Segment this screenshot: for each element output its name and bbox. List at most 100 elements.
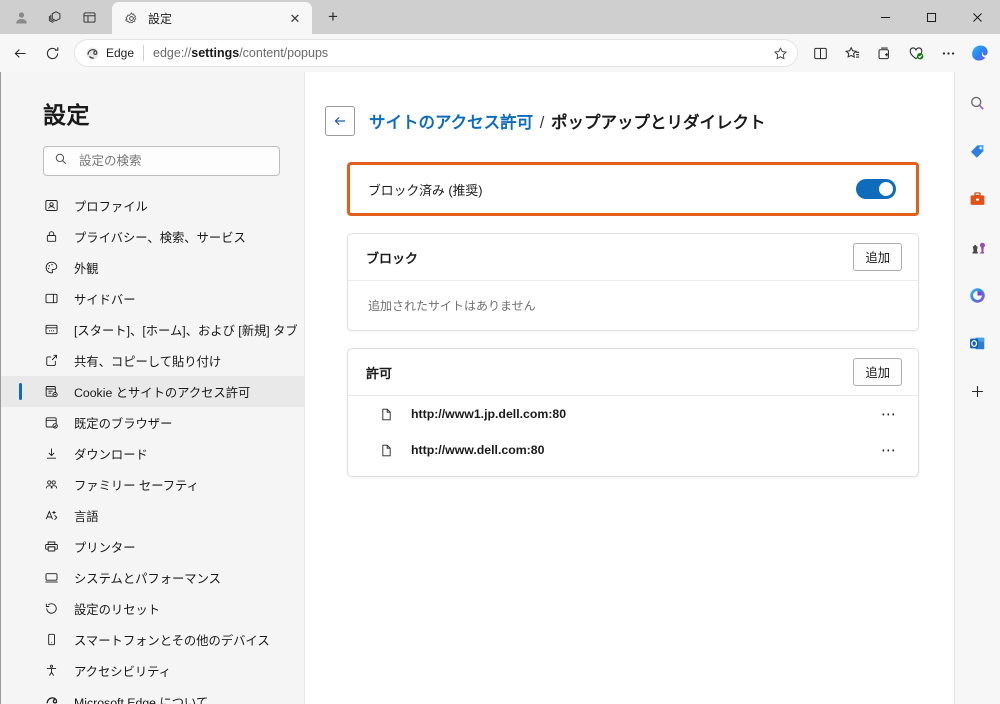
sidebar-item-accessibility[interactable]: アクセシビリティ (1, 655, 304, 686)
more-options-icon[interactable] (932, 38, 964, 68)
microsoft365-icon[interactable] (963, 280, 993, 310)
site-more-options-icon[interactable]: ⋯ (876, 437, 902, 463)
collections-icon[interactable] (868, 38, 900, 68)
blocked-recommended-row[interactable]: ブロック済み (推奨) (350, 165, 916, 213)
document-icon (378, 442, 394, 458)
allow-section-header: 許可 追加 (348, 349, 918, 396)
family-safety-icon (43, 476, 60, 493)
sidebar-item-family-safety[interactable]: ファミリー セーフティ (1, 469, 304, 500)
settings-cards: ブロック済み (推奨) ブロック 追加 追加されたサイトはありません 許可 追加… (305, 136, 919, 477)
window-controls (862, 0, 1000, 34)
close-button[interactable] (954, 0, 1000, 34)
sidebar-item-appearance[interactable]: 外観 (1, 252, 304, 283)
sidebar-item-start-home-newtab[interactable]: [スタート]、[ホーム]、および [新規] タブ (1, 314, 304, 345)
edge-logo-icon (43, 693, 60, 704)
edge-badge: Edge (85, 46, 134, 61)
sidebar-item-label: プリンター (74, 540, 136, 555)
allow-add-button[interactable]: 追加 (853, 358, 902, 386)
blocked-recommended-toggle[interactable] (856, 179, 896, 199)
browser-toolbar: Edge edge://settings/content/popups (0, 34, 1000, 72)
cookies-permissions-icon (43, 383, 60, 400)
block-add-button[interactable]: 追加 (853, 243, 902, 271)
refresh-button[interactable] (36, 38, 68, 68)
allow-section-card: 許可 追加 http://www1.jp.dell.com:80 ⋯ http:… (347, 348, 919, 477)
tools-briefcase-icon[interactable] (963, 184, 993, 214)
site-more-options-icon[interactable]: ⋯ (876, 401, 902, 427)
blocked-recommended-label: ブロック済み (推奨) (368, 182, 483, 198)
games-chess-icon[interactable] (963, 232, 993, 262)
sidebar-item-cookies-permissions[interactable]: Cookie とサイトのアクセス許可 (1, 376, 304, 407)
sidebar-item-label: ダウンロード (74, 447, 148, 462)
breadcrumb: サイトのアクセス許可 / ポップアップとリダイレクト (305, 106, 954, 136)
default-browser-icon (43, 414, 60, 431)
back-button-breadcrumb[interactable] (325, 106, 355, 136)
sidebar-item-reset-settings[interactable]: 設定のリセット (1, 593, 304, 624)
block-empty-message: 追加されたサイトはありません (368, 299, 536, 313)
block-section-header: ブロック 追加 (348, 234, 918, 281)
site-url: http://www1.jp.dell.com:80 (411, 407, 567, 421)
back-button[interactable] (4, 38, 36, 68)
search-settings-box[interactable] (43, 146, 280, 176)
reset-settings-icon (43, 600, 60, 617)
list-item[interactable]: http://www1.jp.dell.com:80 ⋯ (348, 396, 918, 432)
profile-icon (43, 197, 60, 214)
sidebar-item-printers[interactable]: プリンター (1, 531, 304, 562)
close-icon[interactable]: ✕ (284, 7, 306, 29)
browser-content: 設定 プロファイル (0, 72, 1000, 704)
sidebar-item-label: 言語 (74, 509, 99, 524)
printer-icon (43, 538, 60, 555)
copilot-icon[interactable] (964, 38, 996, 68)
allow-site-list: http://www1.jp.dell.com:80 ⋯ http://www.… (348, 396, 918, 476)
blocked-recommended-card: ブロック済み (推奨) (347, 162, 919, 216)
edge-sidebar (954, 72, 1000, 704)
split-screen-icon[interactable] (804, 38, 836, 68)
sidebar-item-label: アクセシビリティ (74, 664, 172, 679)
star-icon[interactable] (767, 40, 793, 66)
address-bar[interactable]: Edge edge://settings/content/popups (74, 39, 798, 67)
sidebar-item-languages[interactable]: 言語 (1, 500, 304, 531)
sidebar-item-privacy[interactable]: プライバシー、検索、サービス (1, 221, 304, 252)
sidebar-item-downloads[interactable]: ダウンロード (1, 438, 304, 469)
sidebar-item-default-browser[interactable]: 既定のブラウザー (1, 407, 304, 438)
edge-badge-label: Edge (106, 46, 135, 60)
download-icon (43, 445, 60, 462)
maximize-button[interactable] (908, 0, 954, 34)
sidebar-item-label: Cookie とサイトのアクセス許可 (74, 385, 251, 400)
omnibox-divider (143, 45, 145, 61)
allow-section-title: 許可 (366, 365, 393, 381)
sidebar-item-label: Microsoft Edge について (74, 695, 209, 704)
favorites-list-icon[interactable] (836, 38, 868, 68)
breadcrumb-separator: / (539, 114, 545, 132)
sidebar-item-label: プライバシー、検索、サービス (74, 230, 246, 245)
toggle-knob (879, 182, 893, 196)
sidebar-item-profile[interactable]: プロファイル (1, 190, 304, 221)
new-tab-button[interactable]: + (318, 2, 348, 32)
sidebar-item-sidebar[interactable]: サイドバー (1, 283, 304, 314)
profile-avatar-icon[interactable] (4, 2, 38, 32)
sidebar-icon (43, 290, 60, 307)
shopping-tag-icon[interactable] (963, 136, 993, 166)
page-title: 設定 (43, 102, 90, 128)
add-icon[interactable] (963, 376, 993, 406)
workspaces-icon[interactable] (38, 2, 72, 32)
minimize-button[interactable] (862, 0, 908, 34)
sidebar-item-phone-devices[interactable]: スマートフォンとその他のデバイス (1, 624, 304, 655)
tab-actions-menu-icon[interactable] (72, 2, 106, 32)
sidebar-item-system-performance[interactable]: システムとパフォーマンス (1, 562, 304, 593)
lock-icon (43, 228, 60, 245)
tab-title: 設定 (148, 11, 173, 26)
palette-icon (43, 259, 60, 276)
search-input[interactable] (79, 154, 269, 168)
breadcrumb-parent-link[interactable]: サイトのアクセス許可 (369, 114, 533, 132)
document-icon (378, 406, 394, 422)
browser-essentials-icon[interactable] (900, 38, 932, 68)
block-section-title: ブロック (366, 250, 419, 266)
list-item[interactable]: http://www.dell.com:80 ⋯ (348, 432, 918, 468)
search-icon[interactable] (963, 88, 993, 118)
outlook-icon[interactable] (963, 328, 993, 358)
sidebar-item-share-copy-paste[interactable]: 共有、コピーして貼り付け (1, 345, 304, 376)
sidebar-item-label: ファミリー セーフティ (74, 478, 199, 493)
breadcrumb-text: サイトのアクセス許可 / ポップアップとリダイレクト (369, 109, 765, 133)
sidebar-item-about-edge[interactable]: Microsoft Edge について (1, 686, 304, 704)
tab-settings[interactable]: 設定 ✕ (112, 2, 312, 34)
